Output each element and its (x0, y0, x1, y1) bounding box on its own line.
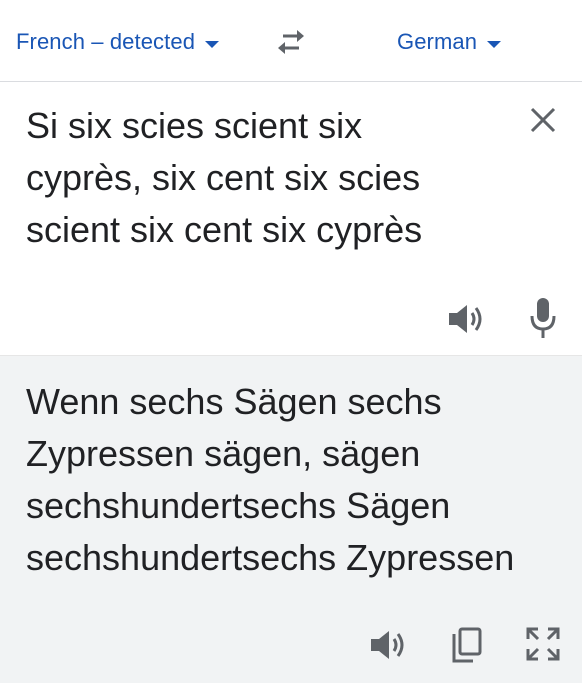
source-line: Si six scies scient six (26, 105, 363, 146)
translation-panel: Wenn sechs Sägen sechs Zypressen sägen, … (0, 356, 582, 683)
swap-arrows-icon (278, 30, 304, 54)
speaker-icon (449, 305, 482, 333)
source-language-dropdown-icon (205, 40, 220, 48)
translation-line: Zypressen sägen, sägen (26, 433, 421, 474)
source-panel: Si six scies scient six cyprès, six cent… (0, 82, 582, 356)
swap-languages-button[interactable] (274, 27, 308, 57)
translation-line: Wenn sechs Sägen sechs (26, 381, 442, 422)
copy-translation-button[interactable] (449, 626, 483, 664)
listen-source-button[interactable] (447, 302, 485, 336)
source-line: cyprès, six cent six scies (26, 157, 421, 198)
microphone-button[interactable] (528, 296, 558, 340)
translation-text: Wenn sechs Sägen sechs Zypressen sägen, … (26, 376, 571, 584)
target-language-selector[interactable]: German (397, 29, 502, 55)
source-language-selector[interactable]: French – detected (16, 29, 220, 55)
close-icon (530, 107, 556, 133)
translation-line: sechshundertsechs Zypressen (26, 537, 515, 578)
source-language-label: French – detected (16, 29, 196, 54)
clear-text-button[interactable] (529, 106, 557, 134)
copy-icon (452, 627, 482, 663)
target-language-label: German (397, 29, 478, 54)
microphone-icon (530, 298, 556, 338)
translation-line: sechshundertsechs Sägen (26, 485, 451, 526)
fullscreen-button[interactable] (525, 626, 561, 662)
speaker-icon (371, 631, 404, 659)
fullscreen-icon (526, 627, 560, 661)
source-line: scient six cent six cyprès (26, 209, 423, 250)
language-bar: French – detected German (0, 0, 582, 82)
source-text-input[interactable]: Si six scies scient six cyprès, six cent… (26, 100, 496, 256)
target-language-dropdown-icon (487, 40, 502, 48)
listen-translation-button[interactable] (369, 628, 407, 662)
